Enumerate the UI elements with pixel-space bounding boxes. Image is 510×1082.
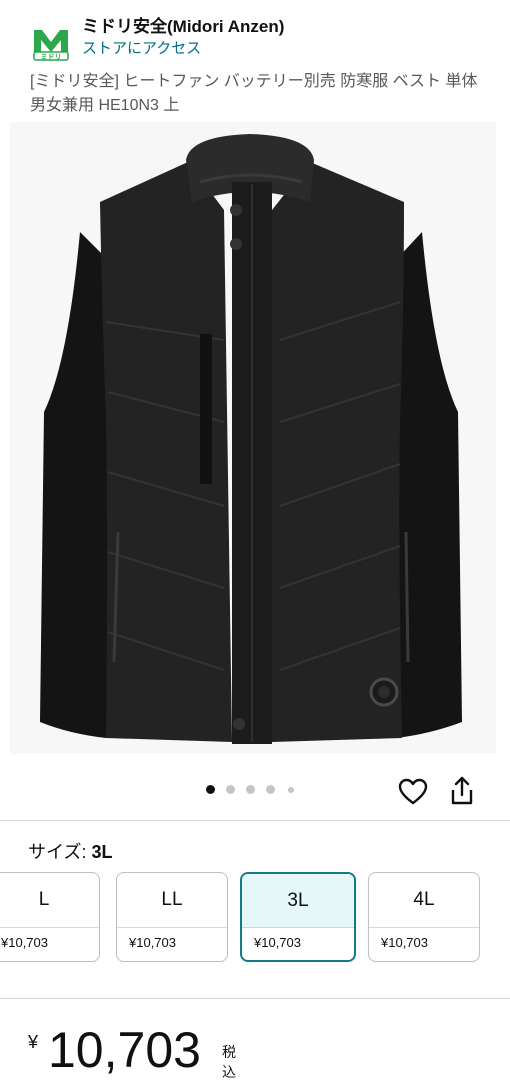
size-selected-value: 3L <box>91 842 113 862</box>
price-currency: ¥ <box>28 1032 39 1052</box>
pagination-dot[interactable] <box>246 785 255 794</box>
size-option-price: ¥10,703 <box>381 935 428 950</box>
store-header: ミドリ ミドリ安全(Midori Anzen) ストアにアクセス <box>28 14 500 64</box>
size-label-text: サイズ: <box>28 842 87 862</box>
product-title: [ミドリ安全] ヒートファン バッテリー別売 防寒服 ベスト 単体 男女兼用 H… <box>30 73 478 114</box>
pagination-dot[interactable] <box>226 785 235 794</box>
size-option-price: ¥10,703 <box>129 935 176 950</box>
store-logo[interactable]: ミドリ <box>28 18 74 64</box>
size-option-price: ¥10,703 <box>1 935 48 950</box>
pagination-dot[interactable] <box>206 785 215 794</box>
size-option-ll[interactable]: LL ¥10,703 <box>116 872 228 962</box>
size-option-4l[interactable]: 4L ¥10,703 <box>368 872 480 962</box>
section-divider <box>0 820 510 821</box>
store-logo-subtext: ミドリ <box>41 53 62 61</box>
pagination-dot[interactable] <box>288 787 294 793</box>
price-tax-note: 税込 <box>222 1044 236 1080</box>
size-option-3l[interactable]: 3L ¥10,703 <box>240 872 356 962</box>
price-value: 10,703 <box>48 1022 201 1078</box>
share-icon[interactable] <box>448 776 476 806</box>
heart-icon[interactable] <box>398 778 428 806</box>
store-visit-link[interactable]: ストアにアクセス <box>82 38 284 60</box>
size-option-price: ¥10,703 <box>254 935 301 950</box>
size-option-l[interactable]: L ¥10,703 <box>0 872 100 962</box>
size-option-label: 3L <box>242 874 354 927</box>
section-divider <box>0 998 510 999</box>
size-label: サイズ: 3L <box>28 840 113 864</box>
size-option-label: L <box>38 889 50 910</box>
product-image[interactable] <box>10 122 496 754</box>
size-option-label: 4L <box>413 889 435 910</box>
size-option-label: LL <box>161 889 183 910</box>
pagination-dot[interactable] <box>266 785 275 794</box>
store-name[interactable]: ミドリ安全(Midori Anzen) <box>82 16 284 38</box>
